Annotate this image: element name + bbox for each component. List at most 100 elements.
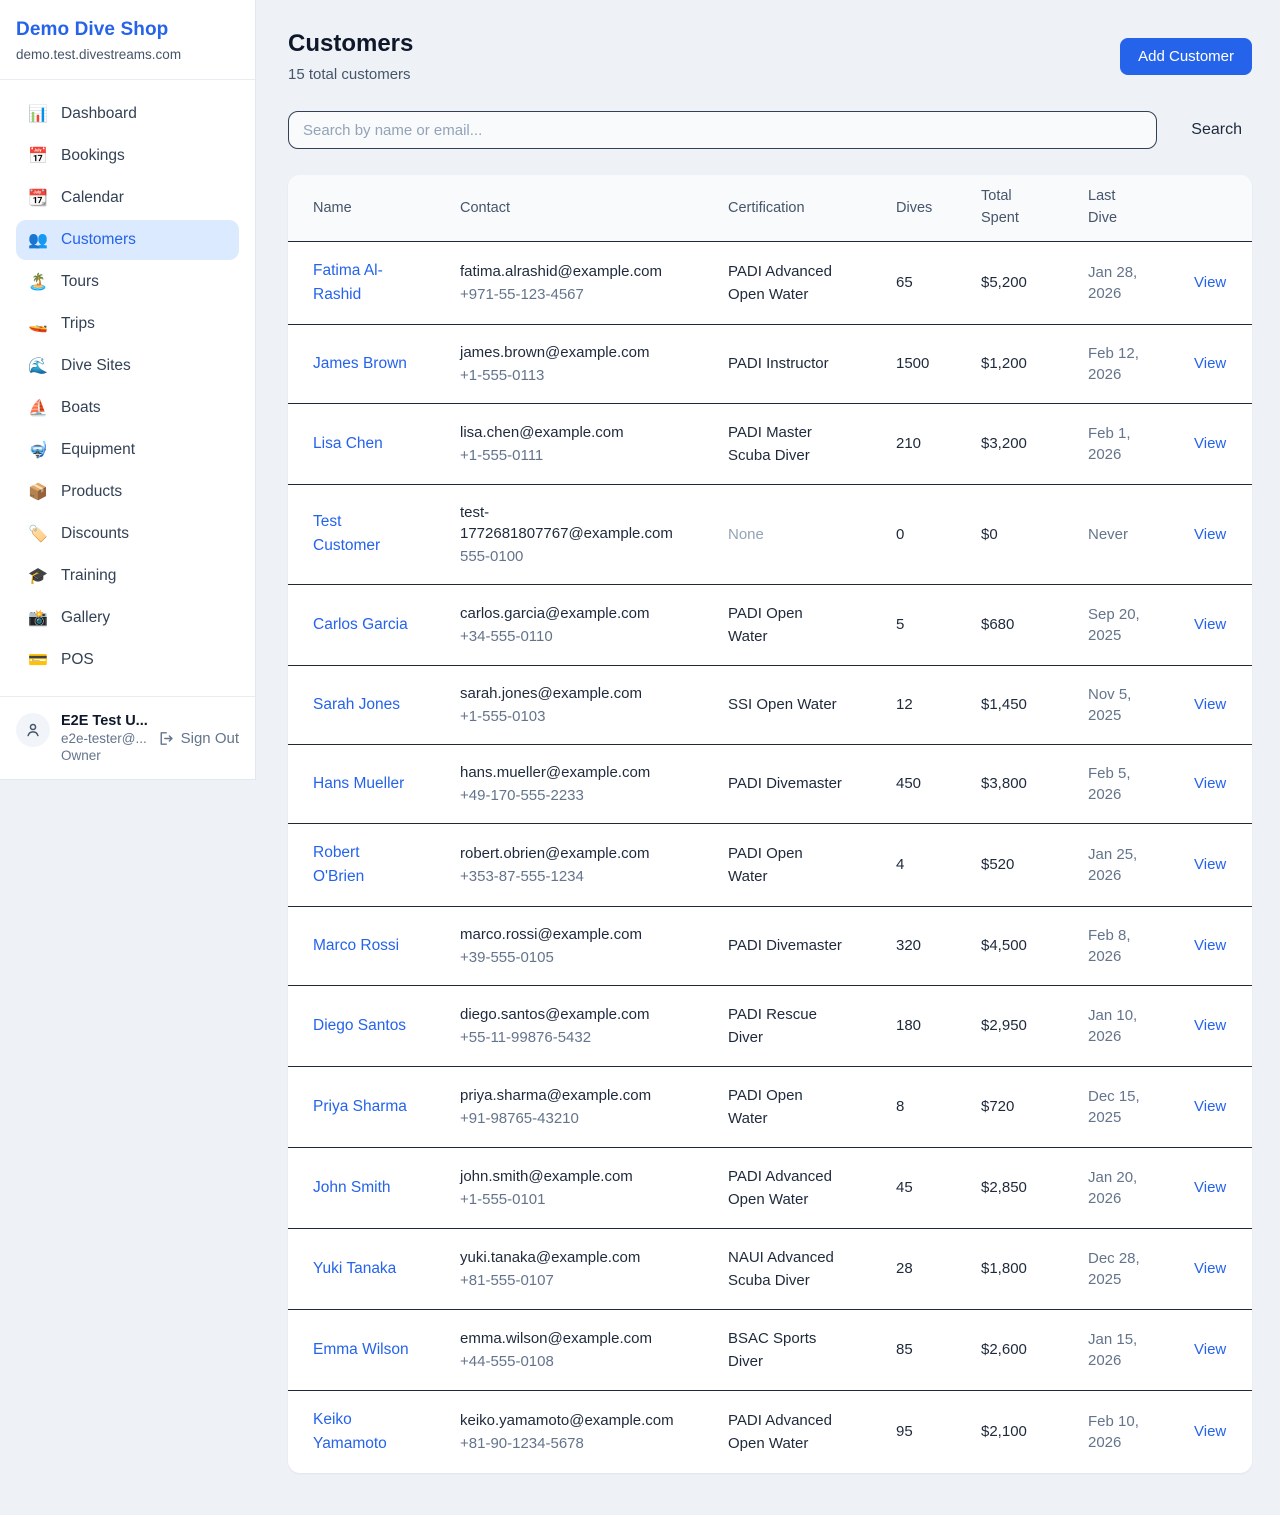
table-row: John Smith john.smith@example.com +1-555… [288,1147,1252,1228]
user-section: E2E Test U... e2e-tester@... Owner Sign … [0,696,255,779]
customer-phone: +44-555-0108 [460,1351,704,1372]
sidebar-item-boats[interactable]: ⛵ Boats [16,388,239,428]
customer-name-link[interactable]: Robert O'Brien [313,841,409,889]
sidebar-item-calendar[interactable]: 📆 Calendar [16,178,239,218]
view-link[interactable]: View [1194,1098,1226,1115]
customer-name-link[interactable]: James Brown [313,352,407,376]
dashboard-icon: 📊 [28,104,48,124]
customer-email: lisa.chen@example.com [460,422,678,443]
last-dive-date: Jan 10, 2026 [1088,1005,1150,1047]
equipment-icon: 🤿 [28,440,48,460]
view-link[interactable]: View [1194,775,1226,792]
view-link[interactable]: View [1194,616,1226,633]
table-row: Fatima Al-Rashid fatima.alrashid@example… [288,241,1252,324]
last-dive-date: Jan 25, 2026 [1088,844,1150,886]
certification: None [728,523,764,546]
view-link[interactable]: View [1194,856,1226,873]
total-spent: $3,200 [969,403,1076,484]
sidebar-item-trips[interactable]: 🚤 Trips [16,304,239,344]
dives-count: 0 [884,484,969,584]
view-link[interactable]: View [1194,937,1226,954]
sidebar-item-bookings[interactable]: 📅 Bookings [16,136,239,176]
customer-email: sarah.jones@example.com [460,683,678,704]
search-button[interactable]: Search [1181,115,1252,145]
sidebar-item-customers[interactable]: 👥 Customers [16,220,239,260]
sidebar-item-dashboard[interactable]: 📊 Dashboard [16,94,239,134]
total-spent: $520 [969,823,1076,906]
customer-name-link[interactable]: Fatima Al-Rashid [313,259,409,307]
sidebar-item-gallery[interactable]: 📸 Gallery [16,598,239,638]
customer-name-link[interactable]: Lisa Chen [313,432,383,456]
last-dive-date: Dec 15, 2025 [1088,1086,1150,1128]
customer-name-link[interactable]: Sarah Jones [313,693,400,717]
view-link[interactable]: View [1194,1260,1226,1277]
table-row: Sarah Jones sarah.jones@example.com +1-5… [288,665,1252,744]
last-dive-date: Feb 10, 2026 [1088,1411,1150,1453]
certification: PADI Advanced Open Water [728,1165,846,1211]
customer-name-link[interactable]: Hans Mueller [313,772,404,796]
sign-out-button[interactable]: Sign Out [157,730,239,747]
search-row: Search [288,111,1252,149]
view-link[interactable]: View [1194,1423,1226,1440]
view-link[interactable]: View [1194,1017,1226,1034]
customer-name-link[interactable]: Diego Santos [313,1014,406,1038]
certification: PADI Open Water [728,842,846,888]
customer-name-link[interactable]: Emma Wilson [313,1338,409,1362]
brand: Demo Dive Shop demo.test.divestreams.com [0,0,255,80]
view-link[interactable]: View [1194,274,1226,291]
customer-email: carlos.garcia@example.com [460,603,678,624]
dive-sites-icon: 🌊 [28,356,48,376]
view-link[interactable]: View [1194,526,1226,543]
sidebar-item-dive-sites[interactable]: 🌊 Dive Sites [16,346,239,386]
sidebar-item-label: Trips [61,315,95,333]
sidebar-item-label: Discounts [61,525,129,543]
column-header: Name [288,175,448,241]
column-header-actions [1182,175,1252,241]
total-spent: $2,950 [969,985,1076,1066]
customer-phone: +1-555-0101 [460,1189,704,1210]
sidebar-item-label: Dive Sites [61,357,131,375]
sidebar-item-equipment[interactable]: 🤿 Equipment [16,430,239,470]
customer-name-link[interactable]: Priya Sharma [313,1095,407,1119]
sidebar-item-pos[interactable]: 💳 POS [16,640,239,680]
customer-name-link[interactable]: Carlos Garcia [313,613,408,637]
sidebar-item-tours[interactable]: 🏝️ Tours [16,262,239,302]
search-input[interactable] [288,111,1157,149]
sidebar-item-label: Customers [61,231,136,249]
column-header: Total Spent [969,175,1076,241]
table-row: Carlos Garcia carlos.garcia@example.com … [288,584,1252,665]
customer-name-link[interactable]: Marco Rossi [313,934,399,958]
add-customer-button[interactable]: Add Customer [1120,38,1252,75]
customer-email: marco.rossi@example.com [460,924,678,945]
customer-name-link[interactable]: Keiko Yamamoto [313,1408,409,1456]
customer-name-link[interactable]: Yuki Tanaka [313,1257,396,1281]
sign-out-label: Sign Out [181,730,239,747]
view-link[interactable]: View [1194,1341,1226,1358]
view-link[interactable]: View [1194,355,1226,372]
customer-email: keiko.yamamoto@example.com [460,1410,678,1431]
sidebar-item-label: Dashboard [61,105,137,123]
dives-count: 45 [884,1147,969,1228]
sidebar: Demo Dive Shop demo.test.divestreams.com… [0,0,256,780]
last-dive-date: Never [1088,524,1128,545]
certification: NAUI Advanced Scuba Diver [728,1246,846,1292]
view-link[interactable]: View [1194,1179,1226,1196]
sidebar-item-products[interactable]: 📦 Products [16,472,239,512]
table-row: Robert O'Brien robert.obrien@example.com… [288,823,1252,906]
customers-table: NameContactCertificationDivesTotal Spent… [288,175,1252,1473]
customer-name-link[interactable]: Test Customer [313,510,409,558]
view-link[interactable]: View [1194,696,1226,713]
boats-icon: ⛵ [28,398,48,418]
customer-email: john.smith@example.com [460,1166,678,1187]
certification: PADI Advanced Open Water [728,1409,846,1455]
sidebar-item-discounts[interactable]: 🏷️ Discounts [16,514,239,554]
last-dive-date: Sep 20, 2025 [1088,604,1150,646]
sidebar-nav: 📊 Dashboard 📅 Bookings 📆 Calendar 👥 Cust… [0,80,255,690]
customer-email: hans.mueller@example.com [460,762,678,783]
sidebar-item-training[interactable]: 🎓 Training [16,556,239,596]
customer-name-link[interactable]: John Smith [313,1176,391,1200]
dives-count: 180 [884,985,969,1066]
view-link[interactable]: View [1194,435,1226,452]
certification: PADI Divemaster [728,934,842,957]
calendar-icon: 📆 [28,188,48,208]
